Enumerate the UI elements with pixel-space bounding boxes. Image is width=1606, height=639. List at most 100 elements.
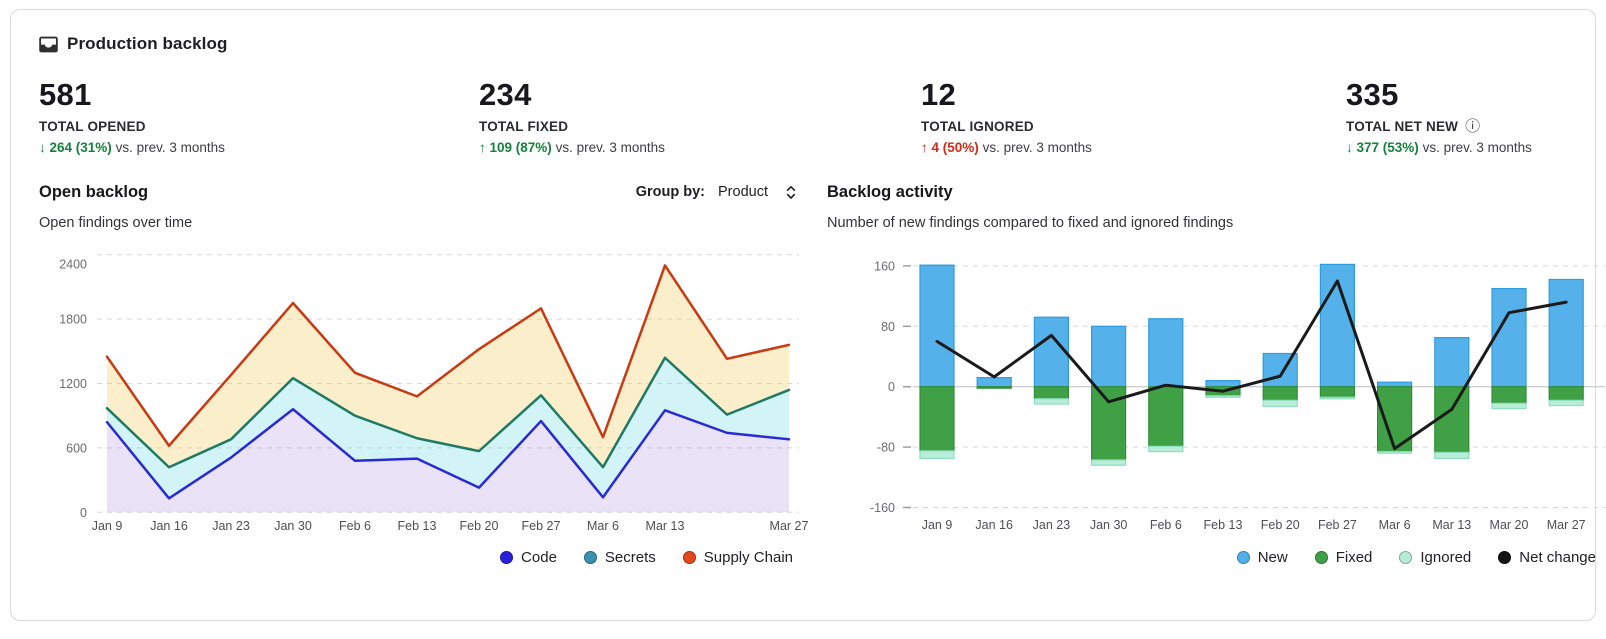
group-by-value: Product [718,184,768,200]
svg-text:Feb 20: Feb 20 [1261,518,1300,532]
kpi-label-text: TOTAL NET NEW [1346,119,1458,134]
legend-item-secrets[interactable]: Secrets [584,549,656,566]
svg-text:Jan 23: Jan 23 [212,519,250,533]
svg-text:2400: 2400 [59,258,87,272]
legend-label: Ignored [1420,549,1471,566]
svg-text:Mar 27: Mar 27 [1547,518,1586,532]
svg-text:Jan 9: Jan 9 [922,518,953,532]
production-backlog-card: Production backlog 581 TOTAL OPENED ↓ 26… [10,9,1596,621]
backlog-activity-subtitle: Number of new findings compared to fixed… [827,215,1606,231]
legend-item-code[interactable]: Code [500,549,557,566]
backlog-activity-header: Backlog activity [827,179,1606,205]
svg-text:1200: 1200 [59,377,87,391]
svg-text:Feb 13: Feb 13 [398,519,437,533]
backlog-activity-legend: New Fixed Ignored Net change [827,549,1606,566]
backlog-activity-panel: Backlog activity Number of new findings … [827,179,1606,566]
svg-text:0: 0 [888,380,895,394]
svg-text:Mar 6: Mar 6 [1379,518,1411,532]
svg-text:Feb 27: Feb 27 [522,519,561,533]
kpi-total-fixed: 234 TOTAL FIXED ↑ 109 (87%) vs. prev. 3 … [479,78,921,155]
svg-text:80: 80 [881,320,895,334]
open-backlog-subtitle: Open findings over time [39,215,809,231]
kpi-delta: ↓ 264 (31%) vs. prev. 3 months [39,140,479,155]
kpi-label: TOTAL NET NEW ⓘ [1346,119,1567,134]
kpi-label: TOTAL OPENED [39,119,479,134]
open-backlog-area-chart: 0600120018002400Jan 9Jan 16Jan 23Jan 30F… [39,239,809,539]
legend-label: Secrets [605,549,656,566]
svg-text:Jan 23: Jan 23 [1033,518,1071,532]
kpi-delta: ↑ 109 (87%) vs. prev. 3 months [479,140,921,155]
svg-text:600: 600 [66,441,87,455]
legend-dot-icon [1315,551,1328,564]
open-backlog-header: Open backlog Group by: Product [39,179,809,205]
legend-dot-icon [500,551,513,564]
page-title: Production backlog [67,34,227,54]
kpi-total-net-new: 335 TOTAL NET NEW ⓘ ↓ 377 (53%) vs. prev… [1346,78,1567,155]
kpi-delta-suffix: vs. prev. 3 months [1423,140,1532,155]
kpi-delta-value: 377 (53%) [1357,140,1419,155]
kpi-value: 335 [1346,78,1567,112]
svg-text:Jan 30: Jan 30 [274,519,312,533]
kpi-delta: ↑ 4 (50%) vs. prev. 3 months [921,140,1346,155]
svg-text:-160: -160 [870,501,895,515]
svg-text:Mar 13: Mar 13 [646,519,685,533]
kpi-label: TOTAL IGNORED [921,119,1346,134]
kpi-value: 581 [39,78,479,112]
legend-dot-icon [1237,551,1250,564]
legend-dot-icon [1399,551,1412,564]
legend-label: Code [521,549,557,566]
group-by-label: Group by: [636,184,705,200]
legend-dot-icon [1498,551,1511,564]
kpi-delta-value: 109 (87%) [490,140,552,155]
svg-text:Feb 6: Feb 6 [339,519,371,533]
svg-text:Mar 27: Mar 27 [770,519,809,533]
legend-item-ignored[interactable]: Ignored [1399,549,1471,566]
backlog-activity-title: Backlog activity [827,183,953,202]
backlog-activity-bar-chart: -160 -80 0 80 160 Jan 9 Jan 16 Jan 23 Jan 30 Feb … [827,239,1606,539]
kpi-delta-suffix: vs. prev. 3 months [116,140,225,155]
open-backlog-legend: Code Secrets Supply Chain [39,549,809,566]
kpi-delta-suffix: vs. prev. 3 months [556,140,665,155]
kpi-delta: ↓ 377 (53%) vs. prev. 3 months [1346,140,1567,155]
svg-text:Mar 13: Mar 13 [1432,518,1471,532]
svg-text:0: 0 [80,506,87,520]
svg-text:Mar 6: Mar 6 [587,519,619,533]
kpi-delta-value: 4 (50%) [932,140,979,155]
svg-text:Jan 9: Jan 9 [92,519,123,533]
kpi-total-opened: 581 TOTAL OPENED ↓ 264 (31%) vs. prev. 3… [39,78,479,155]
kpi-value: 234 [479,78,921,112]
trend-up-icon: ↑ [921,140,928,155]
kpi-value: 12 [921,78,1346,112]
open-backlog-panel: Open backlog Group by: Product Open find… [39,179,809,566]
svg-text:Feb 20: Feb 20 [460,519,499,533]
legend-dot-icon [584,551,597,564]
kpi-row: 581 TOTAL OPENED ↓ 264 (31%) vs. prev. 3… [39,78,1567,155]
legend-item-fixed[interactable]: Fixed [1315,549,1373,566]
trend-down-icon: ↓ [39,140,46,155]
kpi-delta-value: 264 (31%) [50,140,112,155]
charts-row: Open backlog Group by: Product Open find… [39,179,1567,566]
svg-text:Jan 30: Jan 30 [1090,518,1128,532]
svg-text:-80: -80 [877,441,895,455]
trend-up-icon: ↑ [479,140,486,155]
open-backlog-title: Open backlog [39,183,148,202]
svg-text:160: 160 [874,259,895,273]
legend-label: Supply Chain [704,549,793,566]
legend-dot-icon [683,551,696,564]
kpi-label: TOTAL FIXED [479,119,921,134]
legend-item-new[interactable]: New [1237,549,1288,566]
info-icon[interactable]: ⓘ [1465,119,1480,134]
svg-text:Jan 16: Jan 16 [975,518,1013,532]
svg-text:1800: 1800 [59,313,87,327]
legend-label: Net change [1519,549,1596,566]
svg-text:Feb 27: Feb 27 [1318,518,1357,532]
legend-item-supply-chain[interactable]: Supply Chain [683,549,793,566]
card-header: Production backlog [39,34,1567,54]
svg-text:Mar 20: Mar 20 [1490,518,1529,532]
kpi-delta-suffix: vs. prev. 3 months [983,140,1092,155]
svg-text:Feb 13: Feb 13 [1204,518,1243,532]
legend-item-net-change[interactable]: Net change [1498,549,1596,566]
trend-down-icon: ↓ [1346,140,1353,155]
group-by-select[interactable]: Group by: Product [636,184,809,200]
inbox-icon [39,36,58,53]
